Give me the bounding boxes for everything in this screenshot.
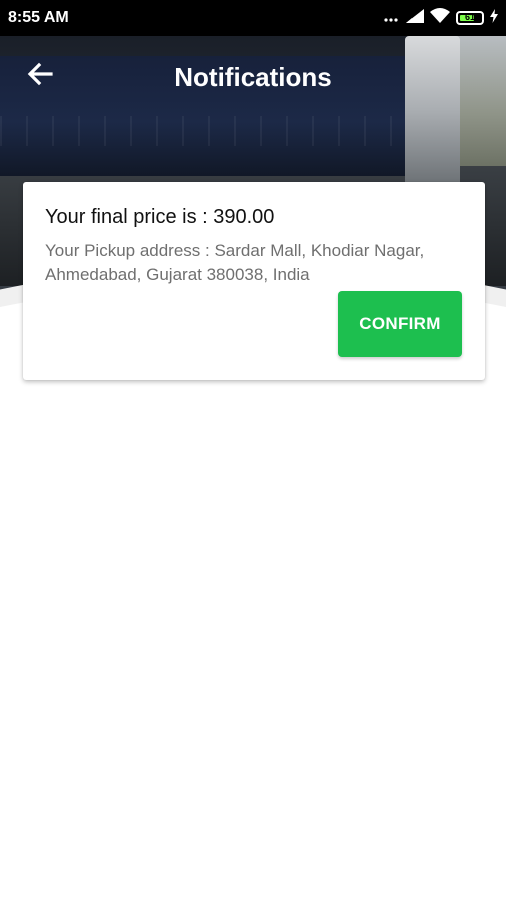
- status-icons: 61: [384, 7, 498, 29]
- status-bar: 8:55 AM 61: [0, 0, 506, 36]
- final-price-text: Your final price is : 390.00: [45, 206, 275, 228]
- charging-bolt-icon: [490, 8, 498, 28]
- status-time: 8:55 AM: [8, 9, 69, 26]
- wifi-icon: [430, 7, 450, 29]
- battery-level: 61: [464, 12, 475, 22]
- pickup-address-text: Your Pickup address : Sardar Mall, Khodi…: [45, 241, 425, 284]
- page-title: Notifications: [174, 62, 332, 92]
- signal-dots-icon: [384, 9, 400, 27]
- app-bar: Notifications: [0, 36, 506, 116]
- confirm-button[interactable]: CONFIRM: [338, 291, 462, 357]
- notification-card: Your final price is : 390.00 Your Pickup…: [23, 182, 485, 380]
- cellular-signal-icon: [406, 8, 424, 28]
- battery-icon: 61: [456, 11, 484, 25]
